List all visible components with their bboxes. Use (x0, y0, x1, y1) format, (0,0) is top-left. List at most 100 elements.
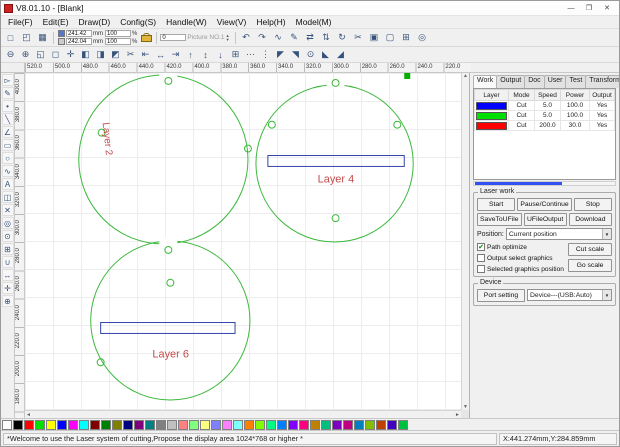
hand-pan-tool-icon[interactable]: ✛ (1, 282, 14, 294)
layer6-circle[interactable] (90, 240, 251, 401)
width-field[interactable]: 241.42 (66, 30, 92, 37)
select-tool-icon[interactable]: ▻ (1, 74, 14, 86)
layer4-slot-rect[interactable] (267, 155, 405, 167)
point-tool-icon[interactable]: • (1, 100, 14, 112)
layer2-circle[interactable] (78, 74, 249, 245)
tab-output[interactable]: Output (496, 75, 526, 88)
column-header[interactable]: Speed (534, 89, 561, 101)
scroll-up-icon[interactable]: ▲ (463, 73, 468, 79)
array-copy-icon[interactable]: ⊞ (399, 31, 414, 45)
palette-color[interactable] (200, 419, 210, 430)
palette-color[interactable] (255, 419, 265, 430)
palette-color[interactable] (13, 419, 23, 430)
palette-color[interactable] (101, 419, 111, 430)
ellipse-tool-icon[interactable]: ○ (1, 152, 14, 164)
palette-color[interactable] (244, 419, 254, 430)
scale-y-field[interactable]: 100 (105, 38, 131, 45)
palette-color[interactable] (57, 419, 67, 430)
scroll-right-icon[interactable]: ► (455, 412, 460, 418)
zoom-tool-icon[interactable]: ⊕ (1, 295, 14, 307)
weld-tool-icon[interactable]: ∪ (1, 256, 14, 268)
pan-icon[interactable]: ✛ (63, 48, 78, 62)
laser-pos-center-icon[interactable]: ⊙ (303, 48, 318, 62)
palette-color[interactable] (299, 419, 309, 430)
column-header[interactable]: Mode (508, 89, 535, 101)
distribute-v-icon[interactable]: ⋮ (258, 48, 273, 62)
picture-number-spinner[interactable]: ▲ ▼ (226, 33, 230, 42)
palette-color[interactable] (46, 419, 56, 430)
path-optimize-checkbox[interactable]: ✔ Path optimize (477, 243, 566, 251)
palette-color[interactable] (343, 419, 353, 430)
tab-test[interactable]: Test (565, 75, 587, 88)
layer4-circle[interactable] (255, 84, 414, 243)
curve-tool-icon[interactable]: ∿ (1, 165, 14, 177)
scale-x-field[interactable]: 100 (105, 30, 131, 37)
palette-color[interactable] (24, 419, 34, 430)
layer6-label[interactable]: Layer 6 (152, 348, 189, 360)
measure-tool-icon[interactable]: ↔ (1, 269, 14, 281)
hole-circle[interactable] (393, 120, 402, 129)
palette-color[interactable] (321, 419, 331, 430)
output-select-graphics-checkbox[interactable]: Output select graphics (477, 254, 566, 262)
laser-pos-bottom-right-icon[interactable]: ◢ (333, 48, 348, 62)
cut-shape-icon[interactable]: ✂ (123, 48, 138, 62)
new-file-icon[interactable]: □ (3, 31, 18, 45)
start-button[interactable]: Start (477, 198, 516, 211)
palette-color[interactable] (387, 419, 397, 430)
node-edit-tool-icon[interactable]: ✎ (1, 87, 14, 99)
palette-color[interactable] (2, 419, 12, 430)
palette-color[interactable] (112, 419, 122, 430)
same-size-icon[interactable]: ⊞ (228, 48, 243, 62)
chevron-down-icon[interactable]: ▼ (602, 229, 611, 239)
palette-color[interactable] (211, 419, 221, 430)
column-header[interactable]: Output (589, 89, 615, 101)
menu-item[interactable]: View(V) (212, 17, 252, 27)
selected-graphics-position-checkbox[interactable]: Selected graphics position (477, 265, 566, 273)
layer-row[interactable]: Cut 5.0 100.0 Yes (474, 100, 615, 111)
align-center-v-icon[interactable]: ↕ (198, 48, 213, 62)
palette-color[interactable] (35, 419, 45, 430)
zoom-in-icon[interactable]: ⊕ (18, 48, 33, 62)
laser-pos-bottom-left-icon[interactable]: ◣ (318, 48, 333, 62)
menu-item[interactable]: File(F) (3, 17, 38, 27)
palette-color[interactable] (266, 419, 276, 430)
laser-pos-top-right-icon[interactable]: ◥ (288, 48, 303, 62)
rotate-icon[interactable]: ↻ (335, 31, 350, 45)
palette-color[interactable] (332, 419, 342, 430)
menu-item[interactable]: Handle(W) (161, 17, 212, 27)
palette-color[interactable] (145, 419, 155, 430)
minimize-button[interactable]: — (562, 2, 580, 15)
polyline-tool-icon[interactable]: ∠ (1, 126, 14, 138)
scroll-left-icon[interactable]: ◄ (26, 412, 31, 418)
rectangle-tool-icon[interactable]: ▭ (1, 139, 14, 151)
palette-color[interactable] (134, 419, 144, 430)
hole-circle[interactable] (267, 120, 276, 129)
palette-color[interactable] (90, 419, 100, 430)
zoom-window-icon[interactable]: ◱ (33, 48, 48, 62)
layer-row[interactable]: Cut 200.0 30.0 Yes (474, 120, 615, 131)
image-tool-icon[interactable]: ◫ (1, 191, 14, 203)
palette-color[interactable] (233, 419, 243, 430)
checkbox-box[interactable] (477, 265, 485, 273)
menu-item[interactable]: Draw(D) (74, 17, 116, 27)
table-scrollbar[interactable] (473, 181, 616, 186)
lock-aspect-icon[interactable] (141, 33, 153, 42)
mirror-horizontal-icon[interactable]: ⇄ (303, 31, 318, 45)
align-top-icon[interactable]: ↑ (183, 48, 198, 62)
palette-color[interactable] (178, 419, 188, 430)
save-ufile-button[interactable]: SaveToUFile (477, 213, 522, 226)
download-button[interactable]: Download (568, 213, 612, 226)
palette-color[interactable] (376, 419, 386, 430)
layer4-label[interactable]: Layer 4 (318, 173, 355, 185)
shape-union-icon[interactable]: ◧ (78, 48, 93, 62)
checkbox-box[interactable]: ✔ (477, 243, 485, 251)
palette-color[interactable] (156, 419, 166, 430)
rotate-angle-field[interactable]: 0 (160, 34, 187, 41)
palette-color[interactable] (365, 419, 375, 430)
palette-color[interactable] (310, 419, 320, 430)
horizontal-scrollbar[interactable]: ◄ ► (25, 410, 461, 418)
palette-color[interactable] (222, 419, 232, 430)
palette-color[interactable] (189, 419, 199, 430)
menu-item[interactable]: Config(S) (115, 17, 161, 27)
go-scale-button[interactable]: Go scale (568, 259, 612, 272)
